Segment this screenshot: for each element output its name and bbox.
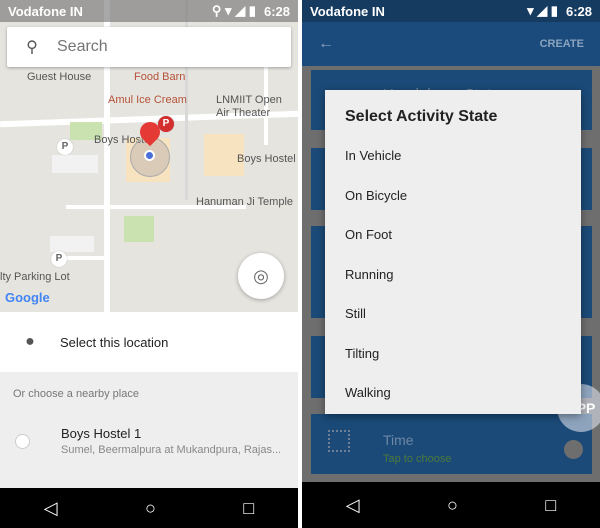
time-card[interactable]: Time Tap to choose [311, 414, 592, 474]
map-label[interactable]: lty Parking Lot [0, 271, 70, 283]
signal-icons: ▾ ◢ ▮ [527, 3, 558, 18]
place-picker-screen: Guest House Food Barn Amul Ice Cream LNM… [0, 0, 298, 528]
clock: 6:28 [565, 3, 592, 19]
activity-state-dialog: Select Activity State In Vehicle On Bicy… [325, 90, 581, 414]
card-subtitle: Tap to choose [383, 453, 452, 465]
app-bar: ← CREATE [302, 22, 600, 66]
nav-bar: ◁ ○ □ [302, 482, 600, 528]
clear-icon[interactable] [564, 440, 583, 459]
recents-button[interactable]: □ [243, 498, 254, 519]
place-address: Sumel, Beermalpura at Mukandpura, Rajas.… [61, 444, 282, 456]
hotel-icon [15, 433, 30, 449]
carrier: Vodafone IN [8, 3, 83, 19]
select-location-label: Select this location [60, 334, 169, 350]
map-label[interactable]: Boys Hostel [237, 153, 296, 165]
status-bar: Vodafone IN ⚲ ▾ ◢ ▮ 6:28 [0, 0, 298, 22]
map-label[interactable]: Amul Ice Cream [108, 94, 187, 106]
clock: 6:28 [263, 3, 290, 19]
back-button[interactable]: ◁ [346, 495, 360, 516]
parking-icon: P [158, 116, 174, 132]
parking-icon: P [57, 139, 73, 155]
select-location-button[interactable]: ● Select this location [0, 312, 298, 372]
parking-icon: P [51, 251, 67, 267]
activity-screen: Vodafone IN ▾ ◢ ▮6:28 ← CREATE Headphone… [302, 0, 600, 528]
nearby-header: Or choose a nearby place [13, 388, 139, 400]
option-walking[interactable]: Walking [325, 373, 581, 413]
option-tilting[interactable]: Tilting [325, 334, 581, 374]
location-pin-icon: ● [25, 333, 35, 350]
map-label[interactable]: LNMIIT Open [216, 94, 282, 106]
signal-icons: ⚲ ▾ ◢ ▮ [211, 3, 256, 18]
nav-bar: ◁ ○ □ [0, 488, 298, 528]
map-label[interactable]: Hanuman Ji Temple [196, 196, 293, 208]
place-name: Boys Hostel 1 [61, 426, 142, 441]
my-location-dot [144, 150, 155, 161]
dialog-title: Select Activity State [345, 108, 498, 125]
option-on-foot[interactable]: On Foot [325, 215, 581, 255]
option-in-vehicle[interactable]: In Vehicle [325, 136, 581, 176]
status-bar: Vodafone IN ▾ ◢ ▮ 6:28 [302, 0, 600, 22]
map-label[interactable]: Air Theater [216, 107, 270, 119]
home-button[interactable]: ○ [145, 498, 156, 519]
calendar-icon [328, 430, 350, 452]
map-label[interactable]: Food Barn [134, 71, 185, 83]
back-arrow-icon[interactable]: ← [318, 35, 334, 53]
place-item[interactable]: Boys Hostel 1 Sumel, Beermalpura at Muka… [0, 426, 298, 456]
my-location-button[interactable]: ◎ [238, 253, 284, 299]
crosshair-icon: ◎ [253, 266, 269, 286]
option-on-bicycle[interactable]: On Bicycle [325, 176, 581, 216]
card-title: Time [383, 432, 414, 448]
option-running[interactable]: Running [325, 255, 581, 295]
create-button[interactable]: CREATE [540, 38, 584, 50]
back-button[interactable]: ◁ [44, 498, 58, 519]
google-logo: Google [5, 290, 50, 305]
home-button[interactable]: ○ [447, 495, 458, 516]
search-bar[interactable]: ⚲ [7, 27, 291, 67]
map-label[interactable]: Guest House [27, 71, 91, 83]
search-icon: ⚲ [26, 39, 38, 56]
recents-button[interactable]: □ [545, 495, 556, 516]
option-still[interactable]: Still [325, 294, 581, 334]
carrier: Vodafone IN [310, 3, 385, 19]
search-input[interactable] [57, 38, 257, 56]
